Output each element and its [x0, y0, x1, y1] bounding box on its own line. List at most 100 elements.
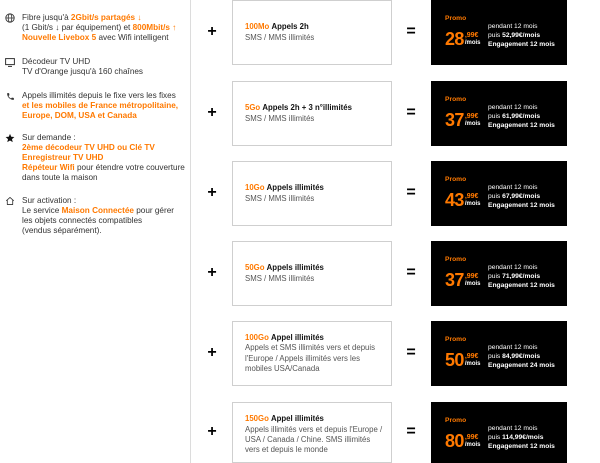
regular-price-prefix: puis — [488, 273, 503, 280]
promo-duration: pendant 12 mois — [488, 184, 538, 191]
commitment: Engagement 24 mois — [488, 362, 555, 369]
mobile-plan-box: 5Go Appels 2h + 3 n°illimités SMS / MMS i… — [232, 81, 392, 146]
plan-detail: l'Europe / Appels illimités vers les — [245, 353, 361, 363]
regular-price: 71,99€/mois — [502, 273, 541, 280]
plan-title: 10Go Appels illimités — [245, 183, 324, 193]
promo-label: Promo — [445, 336, 467, 343]
regular-price: 114,99€/mois — [502, 434, 544, 441]
offer-row-5: + 100Go Appel illimités Appels et SMS ill… — [0, 321, 600, 386]
price-terms: pendant 12 mois puis 61,99€/mois Engagem… — [488, 103, 555, 130]
plus-sign: + — [207, 22, 217, 40]
promo-duration: pendant 12 mois — [488, 344, 538, 351]
price-unit: /mois — [464, 201, 481, 207]
plan-data-volume: 10Go — [245, 183, 265, 193]
mobile-plan-box: 10Go Appels illimités SMS / MMS illimités — [232, 161, 392, 226]
feature-text-segment: TV d'Orange jusqu'à 160 chaînes — [22, 67, 144, 76]
plan-detail: SMS / MMS illimités — [245, 113, 315, 123]
price-suffix: ,99€/mois — [465, 113, 481, 128]
plus-sign: + — [207, 343, 217, 361]
price-integer: 50 — [445, 350, 464, 370]
plan-calls: Appels 2h — [271, 22, 309, 32]
plan-calls: Appel illimités — [271, 332, 324, 342]
regular-price-prefix: puis — [488, 434, 503, 441]
feature-text-segment: (vendus séparément). — [22, 226, 102, 235]
plan-data-volume: 100Go — [245, 332, 269, 342]
promo-price: 80 ,99€/mois — [445, 432, 481, 450]
offer-row-2: + 5Go Appels 2h + 3 n°illimités SMS / MMS… — [0, 81, 600, 146]
price-integer: 37 — [445, 270, 464, 290]
price-box: Promo 37 ,99€/mois pendant 12 mois puis … — [431, 241, 567, 306]
price-unit: /mois — [464, 121, 481, 127]
mobile-plan-box: 100Mo Appels 2h SMS / MMS illimités — [232, 0, 392, 65]
commitment: Engagement 12 mois — [488, 202, 555, 209]
price-decimals: ,99€ — [464, 273, 479, 280]
plus-sign: + — [207, 263, 217, 281]
promo-price: 37 ,99€/mois — [445, 271, 481, 289]
promo-label: Promo — [445, 176, 467, 183]
plan-detail: SMS / MMS illimités — [245, 193, 315, 203]
price-integer: 43 — [445, 190, 464, 210]
feature-line: TV d'Orange jusqu'à 160 chaînes — [22, 67, 143, 77]
promo-label: Promo — [445, 256, 467, 263]
plus-sign: + — [207, 422, 217, 440]
regular-price-prefix: puis — [488, 353, 503, 360]
equals-sign: = — [406, 103, 416, 121]
price-suffix: ,99€/mois — [465, 353, 481, 368]
price-terms: pendant 12 mois puis 52,99€/mois Engagem… — [488, 22, 555, 49]
regular-price-prefix: puis — [488, 193, 503, 200]
price-decimals: ,99€ — [464, 32, 479, 39]
plus-sign: + — [207, 103, 217, 121]
plan-calls: Appels 2h + 3 n°illimités — [262, 103, 352, 113]
price-box: Promo 28 ,99€/mois pendant 12 mois puis … — [431, 0, 567, 65]
price-integer: 37 — [445, 110, 464, 130]
promo-duration: pendant 12 mois — [488, 104, 538, 111]
regular-price-prefix: puis — [488, 113, 503, 120]
price-unit: /mois — [464, 281, 481, 287]
price-suffix: ,99€/mois — [465, 273, 481, 288]
promo-price: 28 ,99€/mois — [445, 30, 481, 48]
price-suffix: ,99€/mois — [465, 32, 481, 47]
regular-price-line: puis 71,99€/mois — [488, 272, 555, 281]
price-terms: pendant 12 mois puis 114,99€/mois Engage… — [488, 424, 555, 451]
promo-price: 37 ,99€/mois — [445, 111, 481, 129]
plan-calls: Appel illimités — [271, 414, 324, 424]
plan-calls: Appels illimités — [266, 263, 324, 273]
promo-label: Promo — [445, 417, 467, 424]
price-integer: 28 — [445, 29, 464, 49]
regular-price: 61,99€/mois — [502, 113, 541, 120]
regular-price: 67,99€/mois — [502, 193, 541, 200]
price-unit: /mois — [464, 40, 481, 46]
mobile-plan-box: 100Go Appel illimités Appels et SMS illim… — [232, 321, 392, 386]
plan-content: 100Go Appel illimités Appels et SMS illim… — [245, 333, 375, 375]
offer-row-4: + 50Go Appels illimités SMS / MMS illimit… — [0, 241, 600, 306]
equals-sign: = — [406, 343, 416, 361]
price-decimals: ,99€ — [464, 113, 479, 120]
promo-price: 50 ,99€/mois — [445, 351, 481, 369]
price-decimals: ,99€ — [464, 434, 479, 441]
mobile-plan-box: 150Go Appel illimités Appels illimités ve… — [232, 402, 392, 463]
plan-data-volume: 50Go — [245, 263, 265, 273]
promo-duration: pendant 12 mois — [488, 23, 538, 30]
commitment: Engagement 12 mois — [488, 122, 555, 129]
plan-detail: SMS / MMS illimités — [245, 32, 315, 42]
plan-data-volume: 5Go — [245, 103, 261, 113]
commitment: Engagement 12 mois — [488, 443, 555, 450]
regular-price-line: puis 61,99€/mois — [488, 112, 555, 121]
plan-detail: vers et depuis le monde — [245, 445, 328, 455]
regular-price-line: puis 84,99€/mois — [488, 352, 555, 361]
included-features-panel: Fibre jusqu'à 2Gbit/s partagés ↓ (1 Gbit… — [0, 0, 191, 463]
commitment: Engagement 12 mois — [488, 41, 555, 48]
equals-sign: = — [406, 263, 416, 281]
feature-line: (vendus séparément). — [22, 226, 174, 236]
plan-content: 50Go Appels illimités SMS / MMS illimités — [245, 263, 324, 284]
plan-detail: Appels illimités vers et depuis l'Europe… — [245, 424, 383, 434]
price-terms: pendant 12 mois puis 67,99€/mois Engagem… — [488, 183, 555, 210]
equals-sign: = — [406, 183, 416, 201]
price-suffix: ,99€/mois — [465, 193, 481, 208]
regular-price-prefix: puis — [488, 32, 503, 39]
plan-detail: USA / Canada / Chine. SMS illimités — [245, 435, 371, 444]
price-box: Promo 37 ,99€/mois pendant 12 mois puis … — [431, 81, 567, 146]
price-box: Promo 43 ,99€/mois pendant 12 mois puis … — [431, 161, 567, 226]
plan-data-volume: 150Go — [245, 414, 269, 424]
plan-title: 100Go Appel illimités — [245, 333, 375, 343]
